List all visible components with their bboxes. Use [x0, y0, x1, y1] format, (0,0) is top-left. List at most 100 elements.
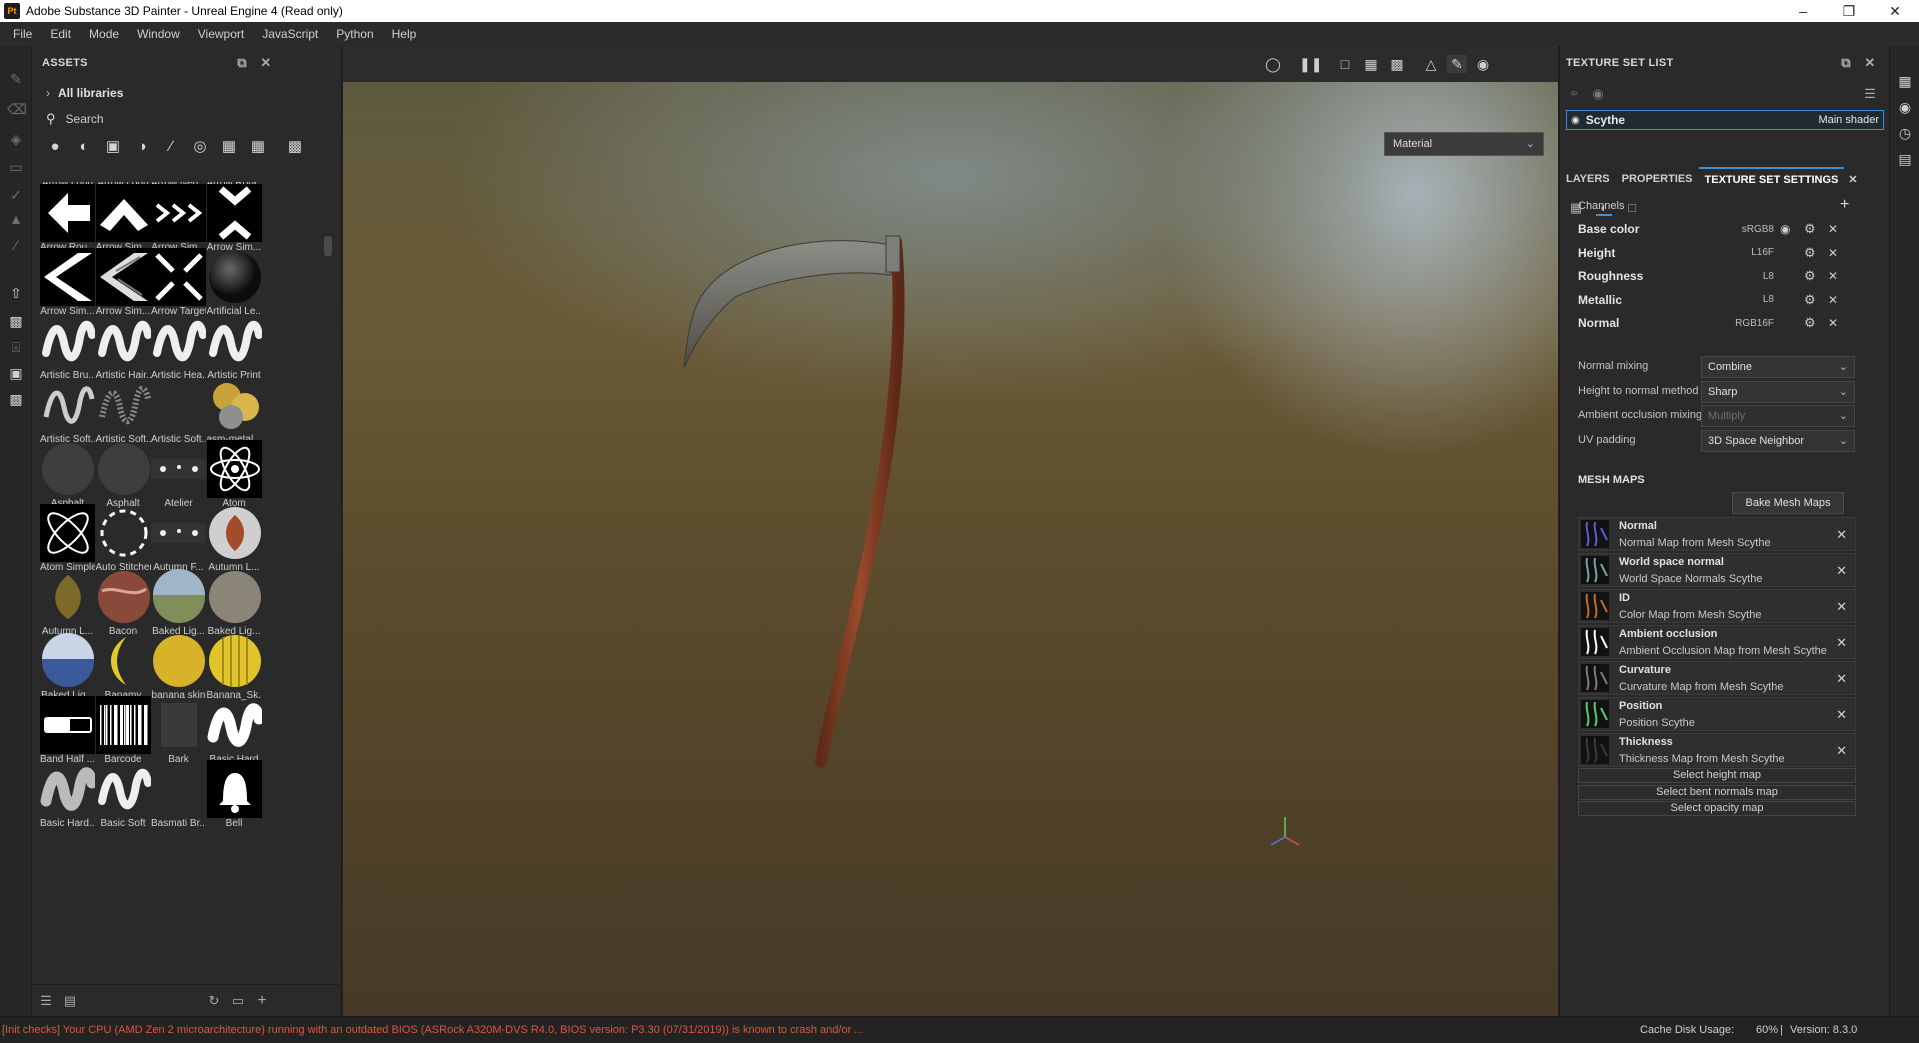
texture-set-list-icon[interactable]: ▦ [1896, 72, 1914, 90]
undock-icon[interactable]: ⧉ [1838, 55, 1854, 71]
remove-channel-icon[interactable]: ✕ [1828, 246, 1838, 260]
mesh-map-source[interactable]: Position Scythe [1619, 717, 1695, 729]
channel-row[interactable]: Base color sRGB8 ◉ ⚙ ✕ [1578, 217, 1868, 241]
minimize-icon[interactable]: – [1780, 0, 1826, 22]
remove-map-icon[interactable]: ✕ [1836, 743, 1847, 759]
tab-layers[interactable]: LAYERS [1560, 168, 1616, 190]
menu-edit[interactable]: Edit [41, 22, 80, 46]
remove-channel-icon[interactable]: ✕ [1828, 316, 1838, 330]
channel-row[interactable]: Metallic L8 ⚙ ✕ [1578, 288, 1868, 312]
filter-icon[interactable]: ◑ [133, 138, 151, 156]
3d-viewport[interactable]: ◯ ❚❚ □ ▦ ▩ △ ✎ ◉ Material ⌄ [343, 46, 1558, 1016]
close-panel-icon[interactable]: ✕ [1862, 55, 1878, 71]
viewport-scene[interactable]: Material ⌄ [343, 82, 1558, 1016]
gear-icon[interactable]: ⚙ [1804, 221, 1816, 237]
channel-format[interactable]: RGB16F [1718, 318, 1774, 329]
mesh-map-row[interactable]: World space normal World Space Normals S… [1578, 553, 1856, 587]
material-mode-dropdown[interactable]: Material ⌄ [1384, 132, 1544, 156]
mesh-map-row[interactable]: Thickness Thickness Map from Mesh Scythe… [1578, 733, 1856, 767]
eraser-icon[interactable]: ⌫ [7, 100, 27, 118]
menu-file[interactable]: File [4, 22, 41, 46]
menu-icon[interactable]: ☰ [1862, 86, 1878, 102]
remove-map-icon[interactable]: ✕ [1836, 563, 1847, 579]
asset-item[interactable]: Basic Hard... [40, 758, 95, 836]
visibility-icon[interactable]: ◉ [1571, 115, 1580, 126]
projection-icon[interactable]: ◈ [7, 130, 25, 148]
hide-ui-icon[interactable]: ◯ [1263, 55, 1283, 73]
add-icon[interactable]: + [254, 993, 270, 1009]
gear-icon[interactable]: ⚙ [1804, 315, 1816, 331]
mesh-map-row[interactable]: Ambient occlusion Ambient Occlusion Map … [1578, 625, 1856, 659]
channel-format[interactable]: sRGB8 [1718, 224, 1774, 235]
environment-filter-icon[interactable]: ▦ [249, 138, 267, 156]
remove-channel-icon[interactable]: ✕ [1828, 293, 1838, 307]
setting-dropdown[interactable]: 3D Space Neighbor ⌄ [1701, 429, 1855, 452]
texture-filter-icon[interactable]: ▦ [220, 138, 238, 156]
mesh-map-row[interactable]: Normal Normal Map from Mesh Scythe ✕ [1578, 517, 1856, 551]
geometry-icon[interactable]: □ [1624, 200, 1640, 216]
search-placeholder[interactable]: Search [66, 112, 104, 126]
remove-map-icon[interactable]: ✕ [1836, 635, 1847, 651]
mask-filter-icon[interactable]: ▣ [104, 138, 122, 156]
channel-row[interactable]: Height L16F ⚙ ✕ [1578, 241, 1868, 265]
remove-channel-icon[interactable]: ✕ [1828, 269, 1838, 283]
link-icon[interactable]: ⚭ [1566, 86, 1582, 102]
channel-format[interactable]: L8 [1718, 294, 1774, 305]
tab-texture-set-settings[interactable]: TEXTURE SET SETTINGS [1698, 167, 1845, 191]
menu-viewport[interactable]: Viewport [189, 22, 253, 46]
add-channel-icon[interactable]: + [1840, 196, 1849, 214]
gear-icon[interactable]: ⚙ [1804, 292, 1816, 308]
menu-window[interactable]: Window [128, 22, 189, 46]
folder-icon[interactable]: ▭ [230, 993, 246, 1009]
history-icon[interactable]: ◷ [1896, 124, 1914, 142]
display-icon[interactable]: ◉ [1896, 98, 1914, 116]
gear-icon[interactable]: ⚙ [1804, 268, 1816, 284]
mesh-map-row[interactable]: Curvature Curvature Map from Mesh Scythe… [1578, 661, 1856, 695]
color-profile-icon[interactable]: ◉ [1780, 222, 1790, 236]
smudge-icon[interactable]: ✓ [7, 186, 25, 204]
brush-filter-icon[interactable]: ∕ [162, 138, 180, 156]
restore-icon[interactable]: ❐ [1826, 0, 1872, 22]
bake-mesh-maps-button[interactable]: Bake Mesh Maps [1732, 492, 1844, 514]
remove-map-icon[interactable]: ✕ [1836, 671, 1847, 687]
search-field[interactable]: ⚲ Search [32, 106, 341, 132]
shader-settings-icon[interactable]: ⍓ [7, 338, 25, 356]
remove-channel-icon[interactable]: ✕ [1828, 222, 1838, 236]
symmetry-icon[interactable]: △ [1421, 55, 1441, 73]
paint-mode-icon[interactable]: ✎ [1447, 55, 1467, 73]
grid-view-icon[interactable]: ▩ [286, 138, 304, 156]
menu-python[interactable]: Python [327, 22, 382, 46]
texture-set-icon[interactable]: ▩ [7, 390, 25, 408]
tab-properties[interactable]: PROPERTIES [1616, 168, 1699, 190]
material-filter-icon[interactable]: ● [46, 138, 64, 156]
close-tab-icon[interactable]: ✕ [1848, 173, 1857, 186]
close-panel-icon[interactable]: ✕ [258, 55, 274, 71]
asset-item[interactable]: Basmati Br... [151, 758, 206, 836]
mesh-map-source[interactable]: Color Map from Mesh Scythe [1619, 609, 1761, 621]
properties-icon[interactable]: ▤ [1896, 150, 1914, 168]
mesh-map-source[interactable]: Curvature Map from Mesh Scythe [1619, 681, 1783, 693]
shader-name[interactable]: Main shader [1818, 114, 1879, 126]
screenshot-icon[interactable]: ◉ [1473, 55, 1493, 73]
select-map-button[interactable]: Select height map [1578, 768, 1856, 783]
menu-mode[interactable]: Mode [80, 22, 128, 46]
remove-map-icon[interactable]: ✕ [1836, 599, 1847, 615]
camera-icon[interactable]: ▩ [1387, 55, 1407, 73]
display-settings-icon[interactable]: ▩ [7, 312, 25, 330]
pause-icon[interactable]: ❚❚ [1299, 55, 1322, 73]
paint-brush-icon[interactable]: ✎ [7, 70, 25, 88]
smart-material-filter-icon[interactable]: ◐ [75, 138, 93, 156]
mesh-map-source[interactable]: Normal Map from Mesh Scythe [1619, 537, 1771, 549]
channel-row[interactable]: Normal RGB16F ⚙ ✕ [1578, 311, 1868, 335]
remove-map-icon[interactable]: ✕ [1836, 707, 1847, 723]
libraries-selector[interactable]: › All libraries [32, 80, 341, 106]
asset-item[interactable]: Bell [206, 758, 262, 836]
channel-row[interactable]: Roughness L8 ⚙ ✕ [1578, 264, 1868, 288]
texture-set-row[interactable]: ◉ Scythe Main shader [1566, 110, 1884, 130]
select-map-button[interactable]: Select bent normals map [1578, 784, 1856, 800]
asset-item[interactable]: Basic Soft [96, 758, 151, 836]
mesh-map-row[interactable]: ID Color Map from Mesh Scythe ✕ [1578, 589, 1856, 623]
log-icon[interactable]: ▣ [7, 364, 25, 382]
mesh-map-source[interactable]: World Space Normals Scythe [1619, 573, 1762, 585]
mesh-map-source[interactable]: Thickness Map from Mesh Scythe [1619, 753, 1785, 765]
